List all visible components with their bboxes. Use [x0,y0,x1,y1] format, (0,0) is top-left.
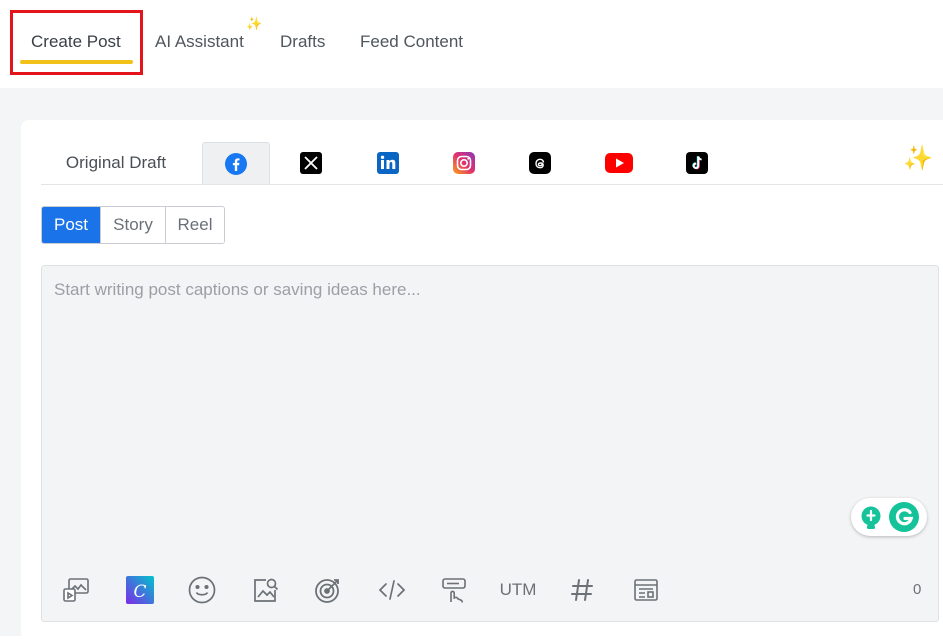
instagram-icon [453,151,475,174]
threads-icon [529,151,551,174]
network-tabs: Original Draft [41,142,943,185]
tab-youtube[interactable] [599,142,639,183]
tab-drafts[interactable]: Drafts [280,32,325,52]
tab-x[interactable] [291,142,331,183]
post-type-selector: Post Story Reel [41,206,225,244]
canva-icon[interactable]: C [122,572,158,608]
facebook-icon [225,152,247,175]
x-icon [300,151,322,174]
tiktok-icon [686,151,708,174]
original-draft-label: Original Draft [65,152,167,172]
linkedin-icon [377,151,399,174]
grammarly-widget[interactable] [851,498,927,536]
svg-text:C: C [133,582,146,602]
utm-button[interactable]: UTM [496,572,540,608]
youtube-icon [605,152,633,173]
media-icon[interactable] [58,572,94,608]
code-icon[interactable] [374,572,410,608]
sparkle-icon: ✨ [246,16,263,31]
tab-facebook[interactable] [202,142,270,184]
target-icon[interactable] [310,572,346,608]
grammarly-suggestion-icon [861,506,881,529]
tab-tiktok[interactable] [677,142,717,183]
emoji-icon[interactable] [184,572,220,608]
highlight-annotation [10,10,143,75]
tab-original-draft[interactable]: Original Draft [41,142,191,183]
tab-feed-content[interactable]: Feed Content [360,32,463,52]
image-search-icon[interactable] [247,572,283,608]
ai-sparkle-icon[interactable]: ✨ [903,144,933,173]
grammarly-icon [889,502,919,532]
hashtag-icon[interactable] [564,572,600,608]
tab-ai-assistant[interactable]: AI Assistant [155,32,244,52]
cta-icon[interactable] [437,572,473,608]
caption-input[interactable] [54,280,924,560]
tab-instagram[interactable] [444,142,484,183]
template-icon[interactable] [628,572,664,608]
post-type-post-button[interactable]: Post [42,207,100,243]
post-type-reel-button[interactable]: Reel [165,207,224,243]
post-editor [41,265,939,622]
character-count: 0 [913,581,922,598]
tab-threads[interactable] [520,142,560,183]
top-nav: Create Post AI Assistant ✨ Drafts Feed C… [0,0,943,88]
post-type-story-button[interactable]: Story [100,207,165,243]
utm-label: UTM [499,580,537,599]
tab-linkedin[interactable] [368,142,408,183]
